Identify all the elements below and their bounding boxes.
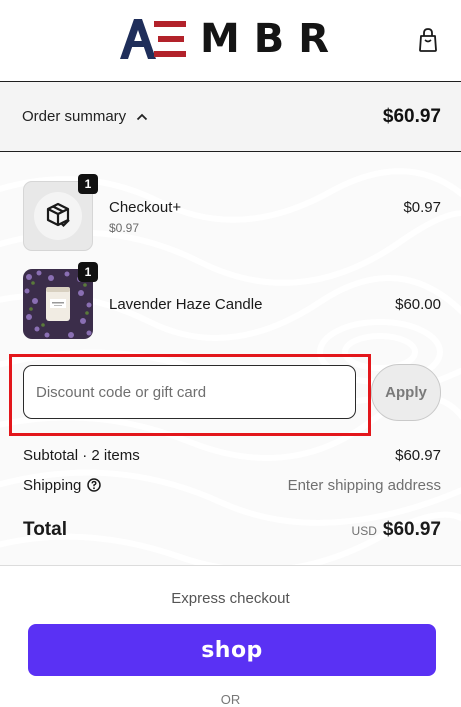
total-value: $60.97 [382,519,441,540]
apply-discount-button[interactable]: Apply [371,364,441,421]
total-label: Total [23,519,67,540]
subtotal-value: $60.97 [395,446,441,464]
quantity-badge: 1 [78,262,98,282]
line-item: 1 Lavender Haze Candle $60.00 [0,262,461,343]
express-checkout-label: Express checkout [171,590,290,607]
store-header: MBR [0,0,461,82]
chevron-up-icon [137,113,148,120]
help-circle-icon[interactable] [87,478,102,492]
order-summary-label: Order summary [22,108,127,125]
order-summary-panel: 1 Checkout+ $0.97 $0.97 1 Lavender Haze … [0,152,461,565]
brand-name: MBR [199,16,344,62]
item-price: $0.97 [403,199,441,216]
section-divider [0,565,461,566]
subtotal-label: Subtotal · 2 items [23,446,140,464]
line-item: 1 Checkout+ $0.97 $0.97 [0,174,461,255]
order-summary-total: $60.97 [382,105,441,127]
package-check-icon [46,202,70,228]
shop-pay-button[interactable]: shop [28,624,436,676]
item-name: Checkout+ [109,199,182,216]
item-subtitle: $0.97 [109,221,140,235]
currency-code: USD [351,524,377,538]
item-price: $60.00 [395,296,441,313]
brand-logo[interactable]: MBR [0,14,461,64]
ae-monogram-icon [119,19,186,59]
shipping-value: Enter shipping address [287,476,441,494]
discount-code-input[interactable] [23,365,356,419]
order-summary-toggle[interactable]: Order summary [22,108,148,125]
subtotal-row: Subtotal · 2 items $60.97 [23,445,441,465]
item-name: Lavender Haze Candle [109,296,263,313]
quantity-badge: 1 [78,174,98,194]
shipping-label: Shipping [23,476,82,494]
shipping-row: Shipping Enter shipping address [23,475,441,495]
order-summary-bar[interactable]: Order summary $60.97 [0,82,461,152]
total-row: Total USD $60.97 [23,516,441,544]
shopping-bag-icon[interactable] [414,26,442,54]
